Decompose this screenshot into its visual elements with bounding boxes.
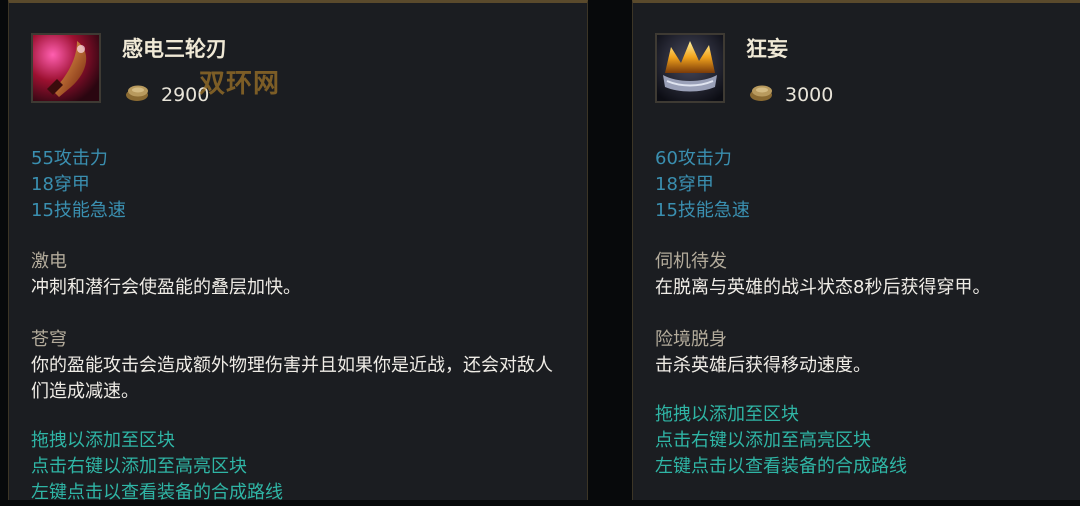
- stat-lethality: 18穿甲: [655, 174, 714, 195]
- passive-description: 冲刺和潜行会使盈能的叠层加快。: [31, 277, 301, 298]
- hint-left-click: 左键点击以查看装备的合成路线: [655, 456, 907, 477]
- stat-attack-damage: 60攻击力: [655, 148, 732, 169]
- stat-list: 60攻击力 18穿甲 15技能急速: [655, 146, 750, 224]
- burning-crown-icon[interactable]: [655, 33, 725, 103]
- stat-lethality: 18穿甲: [31, 174, 90, 195]
- gold-coin-icon: [749, 83, 775, 107]
- passive-name: 苍穹: [31, 329, 67, 350]
- gold-coin-icon: [125, 83, 151, 107]
- hint-left-click: 左键点击以查看装备的合成路线: [31, 482, 283, 503]
- hint-list: 拖拽以添加至区块 点击右键以添加至高亮区块 左键点击以查看装备的合成路线: [31, 428, 283, 506]
- cost-value: 3000: [785, 84, 834, 106]
- item-name: 感电三轮刃: [122, 37, 227, 61]
- passive-description: 在脱离与英雄的战斗状态8秒后获得穿甲。: [655, 277, 991, 298]
- item-name: 狂妄: [746, 37, 788, 61]
- passive-description: 击杀英雄后获得移动速度。: [655, 355, 871, 376]
- item-tooltip-left: 感电三轮刃 2900 55攻击力 18穿甲 15技能急速 激电 冲刺和潜行会使盈…: [8, 0, 588, 503]
- stat-ability-haste: 15技能急速: [31, 200, 126, 221]
- stat-list: 55攻击力 18穿甲 15技能急速: [31, 146, 126, 224]
- passive-1: 激电 冲刺和潜行会使盈能的叠层加快。: [31, 249, 561, 301]
- passive-name: 激电: [31, 251, 67, 272]
- hint-drag: 拖拽以添加至区块: [655, 404, 799, 425]
- hint-drag: 拖拽以添加至区块: [31, 430, 175, 451]
- item-cost: 3000: [749, 83, 833, 107]
- hint-right-click: 点击右键以添加至高亮区块: [655, 430, 871, 451]
- passive-name: 伺机待发: [655, 251, 727, 272]
- watermark: 双环网: [199, 69, 281, 99]
- hint-right-click: 点击右键以添加至高亮区块: [31, 456, 247, 477]
- item-tooltip-right: 狂妄 3000 60攻击力 18穿甲 15技能急速 伺机待发 在脱离与英雄的战斗…: [632, 0, 1080, 500]
- stat-attack-damage: 55攻击力: [31, 148, 108, 169]
- item-cost: 2900: [125, 83, 209, 107]
- passive-name: 险境脱身: [655, 329, 727, 350]
- passive-2: 苍穹 你的盈能攻击会造成额外物理伤害并且如果你是近战，还会对敌人们造成减速。: [31, 327, 561, 405]
- passive-2: 险境脱身 击杀英雄后获得移动速度。: [655, 327, 1065, 379]
- hint-list: 拖拽以添加至区块 点击右键以添加至高亮区块 左键点击以查看装备的合成路线: [655, 402, 907, 480]
- passive-1: 伺机待发 在脱离与英雄的战斗状态8秒后获得穿甲。: [655, 249, 1065, 301]
- stat-ability-haste: 15技能急速: [655, 200, 750, 221]
- crimson-blade-icon[interactable]: [31, 33, 101, 103]
- passive-description: 你的盈能攻击会造成额外物理伤害并且如果你是近战，还会对敌人们造成减速。: [31, 355, 553, 402]
